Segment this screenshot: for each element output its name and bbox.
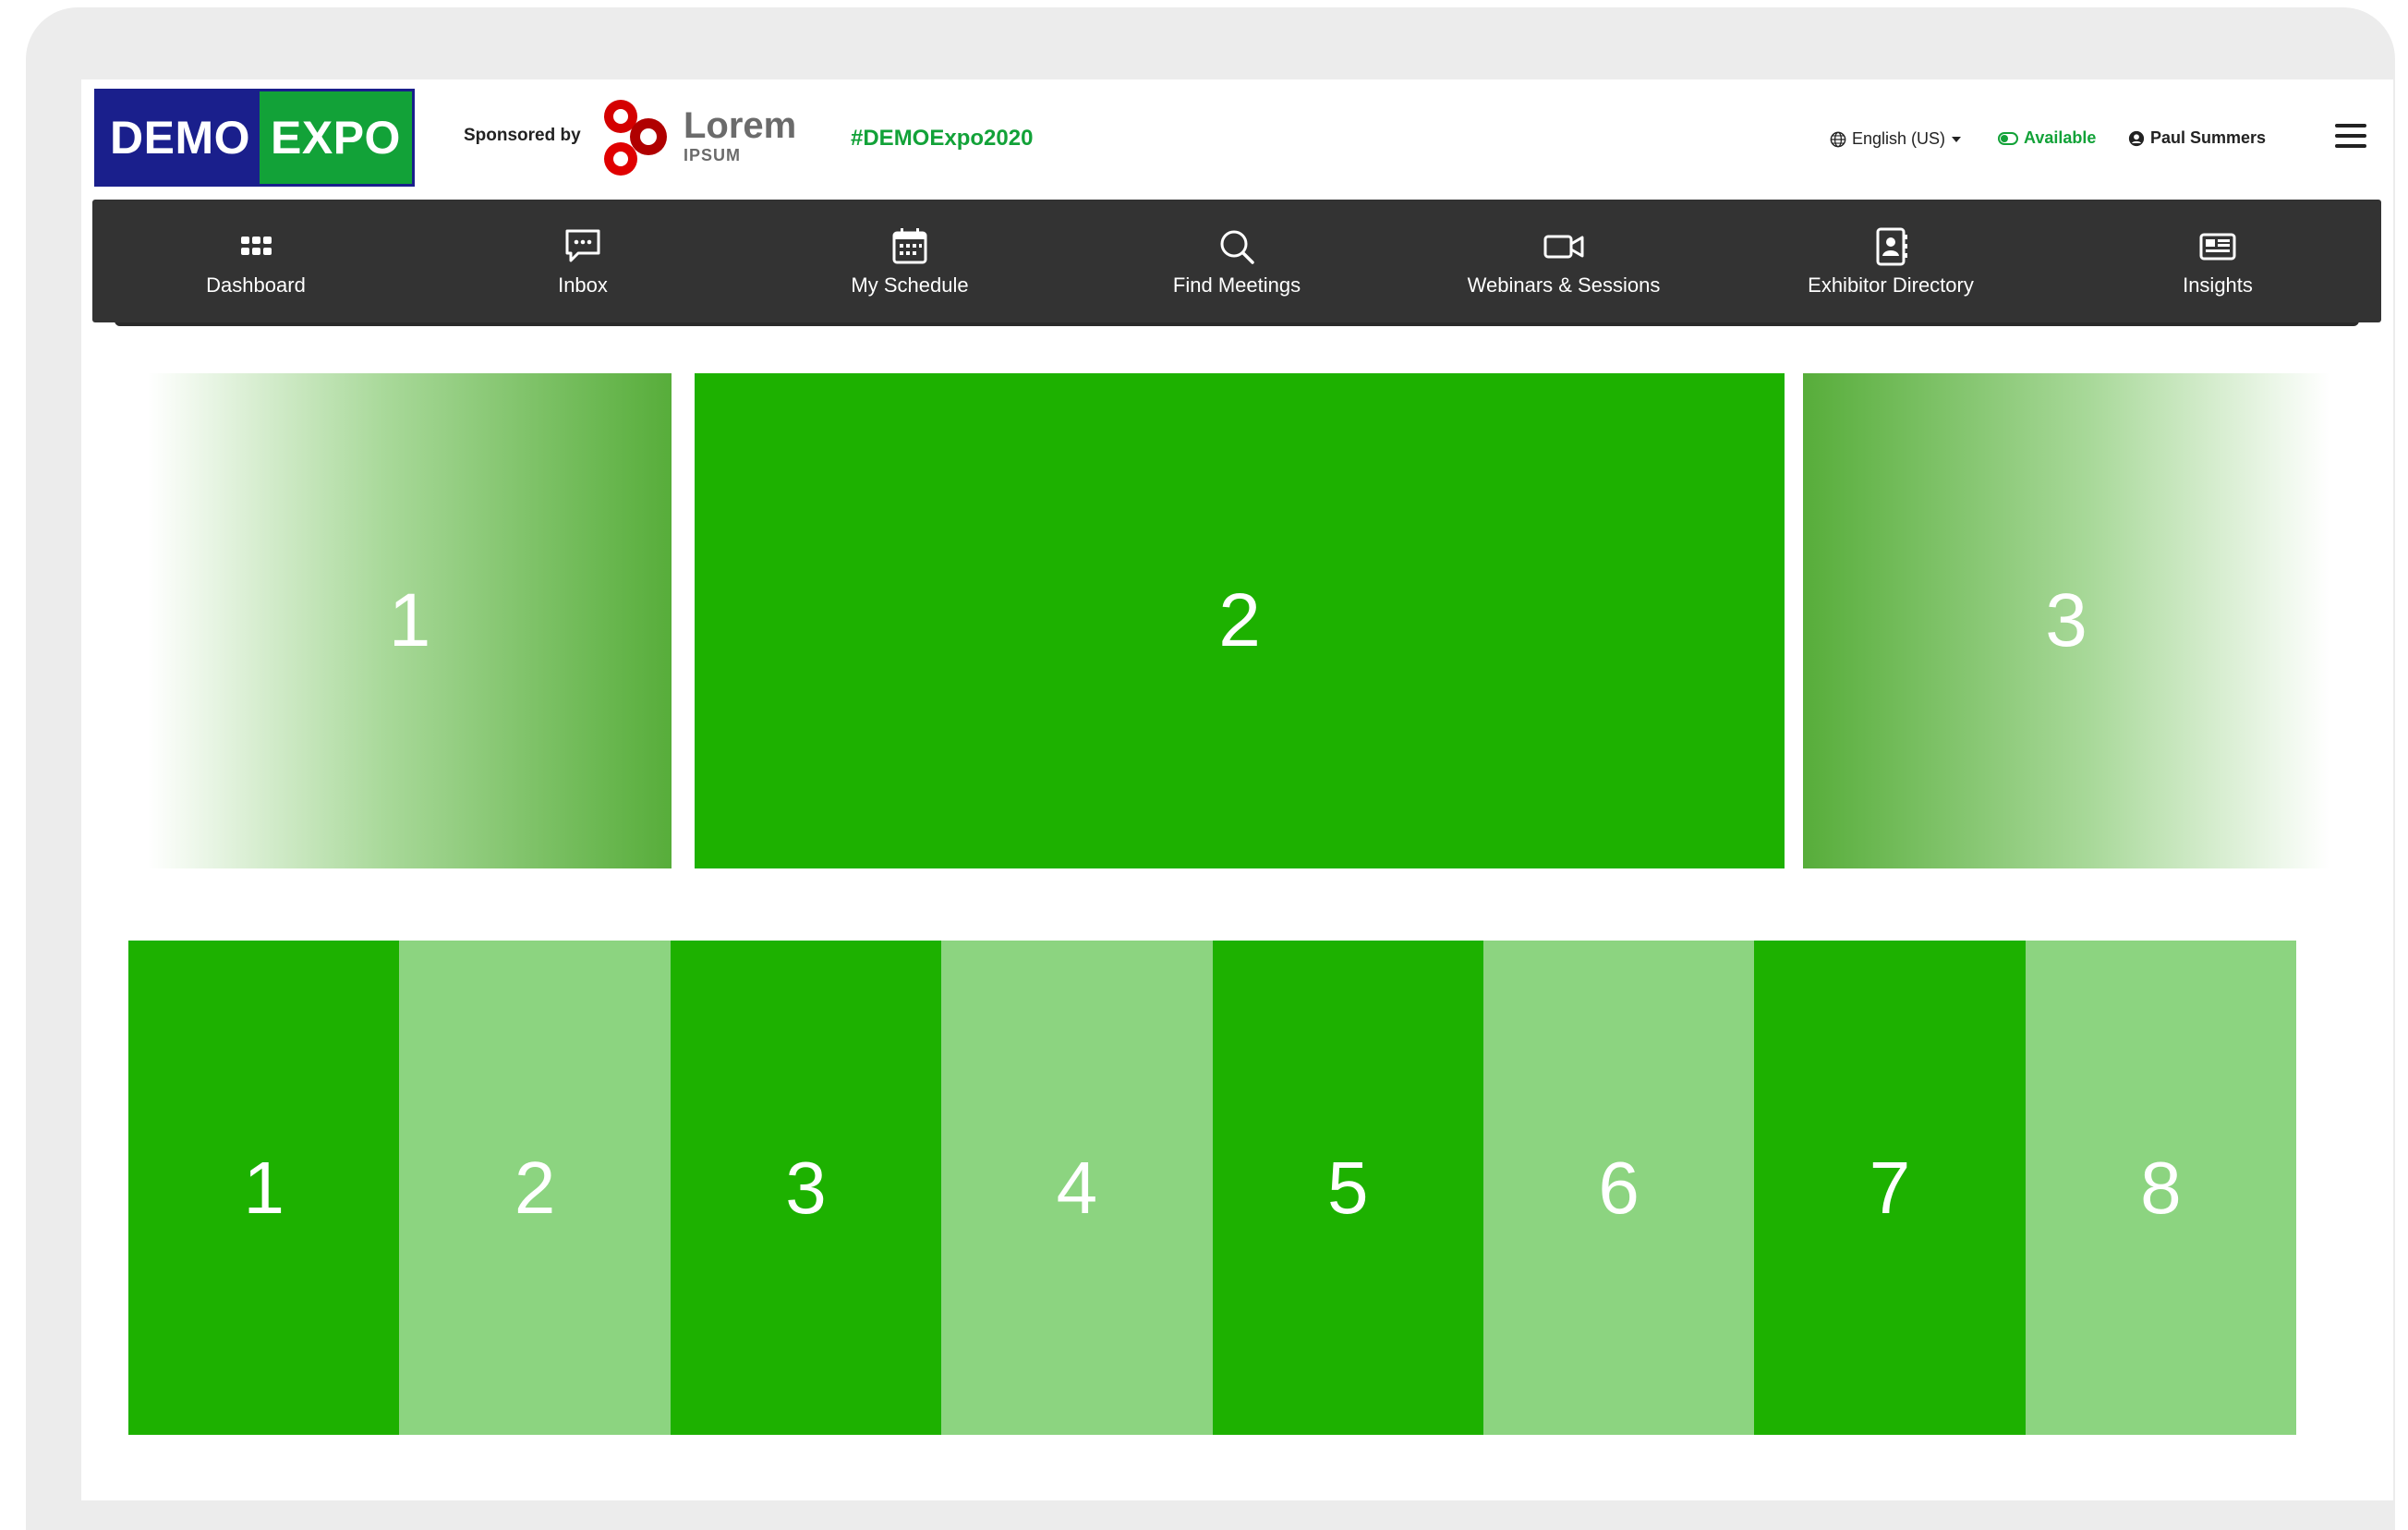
- tile-grid: 1 2 3 4 5 6 7 8: [128, 941, 2296, 1435]
- sponsor-name: Lorem: [684, 105, 797, 146]
- user-menu[interactable]: Paul Summers: [2128, 128, 2266, 148]
- carousel-slide-2[interactable]: 2: [695, 373, 1785, 868]
- nav-webinars-sessions[interactable]: Webinars & Sessions: [1400, 200, 1727, 322]
- main-navigation: Dashboard Inbox My Schedule Find Meeting…: [92, 200, 2381, 322]
- calendar-icon: [892, 227, 927, 263]
- tile-4[interactable]: 4: [941, 941, 1213, 1435]
- search-icon: [1220, 230, 1254, 264]
- sponsor-logo-icon[interactable]: [595, 96, 678, 179]
- sponsor-label: Sponsored by: [464, 126, 581, 145]
- chat-icon: [565, 229, 600, 261]
- tile-label: 2: [514, 1146, 556, 1229]
- nav-exhibitor-directory[interactable]: Exhibitor Directory: [1727, 200, 2054, 322]
- tile-label: 1: [243, 1146, 284, 1229]
- tile-5[interactable]: 5: [1212, 941, 1483, 1435]
- contact-book-icon: [1876, 227, 1907, 265]
- video-camera-icon: [1543, 235, 1584, 258]
- carousel-slide-label: 2: [1218, 578, 1261, 662]
- nav-inbox-label: Inbox: [558, 273, 608, 297]
- carousel-slide-3[interactable]: 3: [1803, 373, 2329, 868]
- user-name: Paul Summers: [2150, 128, 2267, 147]
- nav-my-schedule-label: My Schedule: [851, 273, 969, 297]
- caret-down-icon: [1952, 136, 1962, 142]
- nav-find-meetings[interactable]: Find Meetings: [1073, 200, 1400, 322]
- nav-insights[interactable]: Insights: [2054, 200, 2381, 322]
- demo-expo-logo[interactable]: DEMO EXPO: [94, 89, 415, 187]
- toggle-on-icon: [1998, 131, 2018, 145]
- nav-my-schedule[interactable]: My Schedule: [746, 200, 1073, 322]
- globe-icon: [1830, 131, 1846, 147]
- nav-dashboard-label: Dashboard: [206, 273, 306, 297]
- hamburger-menu-icon[interactable]: [2335, 124, 2366, 150]
- tile-label: 3: [785, 1146, 827, 1229]
- grid-icon: [241, 236, 272, 255]
- sponsor-subname: IPSUM: [684, 146, 742, 164]
- tile-label: 5: [1326, 1146, 1369, 1229]
- tile-6[interactable]: 6: [1482, 941, 1755, 1435]
- carousel-slide-label: 3: [2045, 578, 2087, 662]
- carousel-slide-1[interactable]: 1: [148, 373, 672, 868]
- language-label: English (US): [1852, 129, 1946, 148]
- tile-1[interactable]: 1: [128, 941, 400, 1435]
- logo-expo-text: EXPO: [260, 91, 412, 184]
- device-frame: DEMO EXPO Sponsored by Lorem IPSUM #DEMO…: [26, 7, 2395, 1530]
- tile-label: 8: [2140, 1146, 2182, 1229]
- nav-exhibitor-directory-label: Exhibitor Directory: [1808, 273, 1974, 297]
- newspaper-icon: [2199, 233, 2236, 260]
- nav-inbox[interactable]: Inbox: [419, 200, 746, 322]
- availability-label: Available: [2024, 128, 2097, 147]
- nav-dashboard[interactable]: Dashboard: [92, 200, 419, 322]
- logo-demo-text: DEMO: [97, 91, 260, 184]
- nav-webinars-sessions-label: Webinars & Sessions: [1467, 273, 1661, 297]
- tile-7[interactable]: 7: [1754, 941, 2026, 1435]
- language-selector[interactable]: English (US): [1830, 129, 1962, 149]
- event-hashtag[interactable]: #DEMOExpo2020: [851, 126, 1033, 152]
- carousel-slide-label: 1: [388, 578, 431, 662]
- nav-insights-label: Insights: [2183, 273, 2253, 297]
- tile-2[interactable]: 2: [399, 941, 671, 1435]
- app-screen: DEMO EXPO Sponsored by Lorem IPSUM #DEMO…: [81, 79, 2393, 1500]
- tile-3[interactable]: 3: [670, 941, 942, 1435]
- nav-find-meetings-label: Find Meetings: [1172, 273, 1301, 297]
- user-circle-icon: [2128, 130, 2145, 146]
- tile-8[interactable]: 8: [2025, 941, 2296, 1435]
- tile-label: 7: [1869, 1146, 1911, 1229]
- availability-toggle[interactable]: Available: [1998, 128, 2096, 148]
- tile-label: 6: [1598, 1146, 1640, 1229]
- tile-label: 4: [1056, 1146, 1098, 1229]
